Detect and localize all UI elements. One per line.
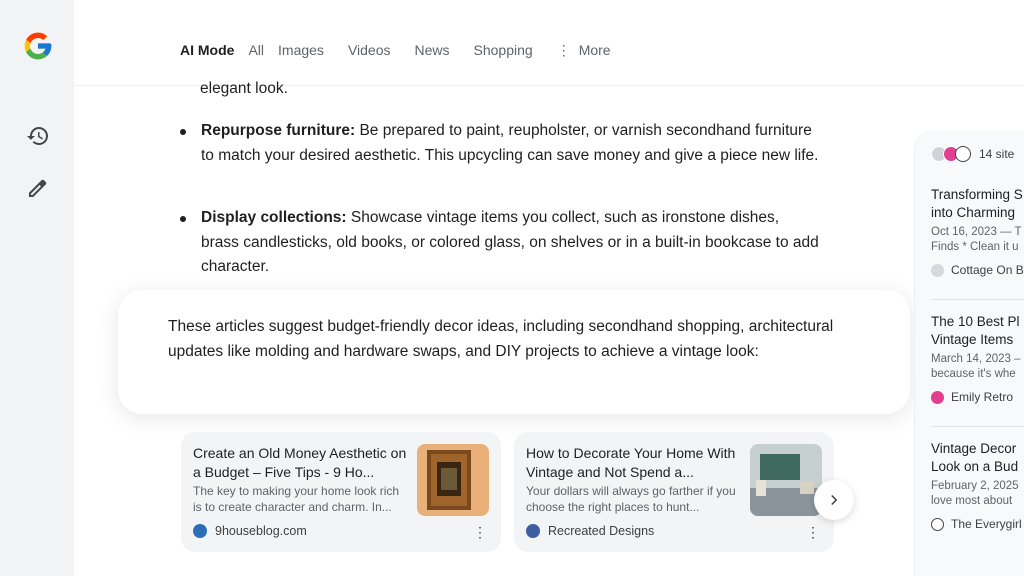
source-site: Emily Retro bbox=[931, 390, 1024, 404]
left-rail bbox=[0, 0, 74, 576]
tab-ai-mode[interactable]: AI Mode bbox=[180, 42, 234, 58]
recreated-designs-icon bbox=[526, 524, 540, 538]
article-title: How to Decorate Your Home With Vintage a… bbox=[526, 445, 736, 480]
source-item[interactable]: Transforming S into Charming Oct 16, 202… bbox=[931, 186, 1024, 277]
source-item[interactable]: The 10 Best Pl Vintage Items March 14, 2… bbox=[931, 313, 1024, 404]
source-snippet: March 14, 2023 – bbox=[931, 353, 1021, 365]
article-snippet: Your dollars will always go farther if y… bbox=[526, 484, 736, 514]
bullet-item: Repurpose furniture: Be prepared to pain… bbox=[180, 119, 820, 168]
article-source: 9houseblog.com bbox=[193, 524, 307, 538]
source-snippet: because it's whe bbox=[931, 368, 1016, 380]
carousel-next-button[interactable] bbox=[814, 480, 854, 520]
article-source: Recreated Designs bbox=[526, 524, 654, 538]
tab-more[interactable]: ⋮ More bbox=[557, 42, 611, 58]
source-snippet: love most about bbox=[931, 495, 1013, 507]
source-title: Vintage Decor bbox=[931, 441, 1017, 456]
article-card[interactable]: Create an Old Money Aesthetic on a Budge… bbox=[181, 432, 501, 552]
article-card[interactable]: How to Decorate Your Home With Vintage a… bbox=[514, 432, 834, 552]
article-title: Create an Old Money Aesthetic on a Budge… bbox=[193, 445, 407, 480]
tab-all[interactable]: All bbox=[248, 42, 264, 58]
source-title: Look on a Bud bbox=[931, 459, 1019, 474]
source-site: The Everygirl bbox=[931, 517, 1024, 531]
site-favicon bbox=[931, 517, 944, 531]
source-site-name: Cottage On B bbox=[951, 263, 1024, 277]
more-options-icon[interactable]: ⋮ bbox=[806, 524, 820, 541]
source-site-name: The Everygirl bbox=[951, 517, 1022, 531]
divider bbox=[931, 426, 1024, 427]
source-item[interactable]: Vintage Decor Look on a Bud February 2, … bbox=[931, 440, 1024, 531]
article-thumbnail bbox=[417, 444, 489, 516]
bullet-item: Display collections: Showcase vintage it… bbox=[180, 206, 820, 280]
article-source-name: 9houseblog.com bbox=[215, 524, 307, 538]
site-favicon bbox=[955, 146, 971, 162]
wordpress-icon bbox=[193, 524, 207, 538]
summary-card: These articles suggest budget-friendly d… bbox=[118, 290, 910, 414]
article-snippet: The key to making your home look rich is… bbox=[193, 484, 400, 514]
chevron-right-icon bbox=[831, 494, 838, 506]
top-bar: AI Mode All Images Videos News Shopping … bbox=[74, 0, 1024, 86]
bullet-heading: Repurpose furniture: bbox=[201, 122, 356, 139]
sources-panel: 14 site Transforming S into Charming Oct… bbox=[914, 130, 1024, 576]
sites-count: 14 site bbox=[979, 147, 1015, 161]
bullet-heading: Display collections: bbox=[201, 209, 347, 226]
source-snippet: Finds * Clean it u bbox=[931, 241, 1019, 253]
source-site: Cottage On B bbox=[931, 263, 1024, 277]
source-snippet: Oct 16, 2023 — T bbox=[931, 226, 1022, 238]
site-favicon bbox=[931, 263, 944, 277]
tab-videos[interactable]: Videos bbox=[348, 42, 391, 58]
site-favicon bbox=[931, 390, 944, 404]
tab-images[interactable]: Images bbox=[278, 42, 324, 58]
bullet-dot bbox=[180, 216, 186, 222]
source-snippet: February 2, 2025 bbox=[931, 480, 1019, 492]
more-options-icon[interactable]: ⋮ bbox=[473, 524, 487, 541]
tab-shopping[interactable]: Shopping bbox=[474, 42, 533, 58]
source-title: into Charming bbox=[931, 205, 1016, 220]
source-title: Transforming S bbox=[931, 187, 1023, 202]
tab-more-label: More bbox=[578, 42, 611, 58]
summary-text: These articles suggest budget-friendly d… bbox=[168, 318, 834, 360]
tab-news[interactable]: News bbox=[415, 42, 450, 58]
bullet-dot bbox=[180, 129, 186, 135]
divider bbox=[931, 299, 1024, 300]
source-title: Vintage Items bbox=[931, 332, 1014, 347]
article-source-name: Recreated Designs bbox=[548, 524, 655, 538]
partial-text-line: elegant look. bbox=[200, 80, 288, 97]
new-chat-icon[interactable] bbox=[26, 176, 50, 200]
history-icon[interactable] bbox=[26, 124, 50, 148]
search-tabs: AI Mode All Images Videos News Shopping … bbox=[180, 42, 635, 58]
sites-summary[interactable]: 14 site bbox=[931, 146, 1014, 162]
more-vert-icon: ⋮ bbox=[556, 42, 571, 58]
article-thumbnail bbox=[750, 444, 822, 516]
source-site-name: Emily Retro bbox=[951, 390, 1014, 404]
source-title: The 10 Best Pl bbox=[931, 314, 1020, 329]
google-logo[interactable] bbox=[22, 30, 54, 62]
